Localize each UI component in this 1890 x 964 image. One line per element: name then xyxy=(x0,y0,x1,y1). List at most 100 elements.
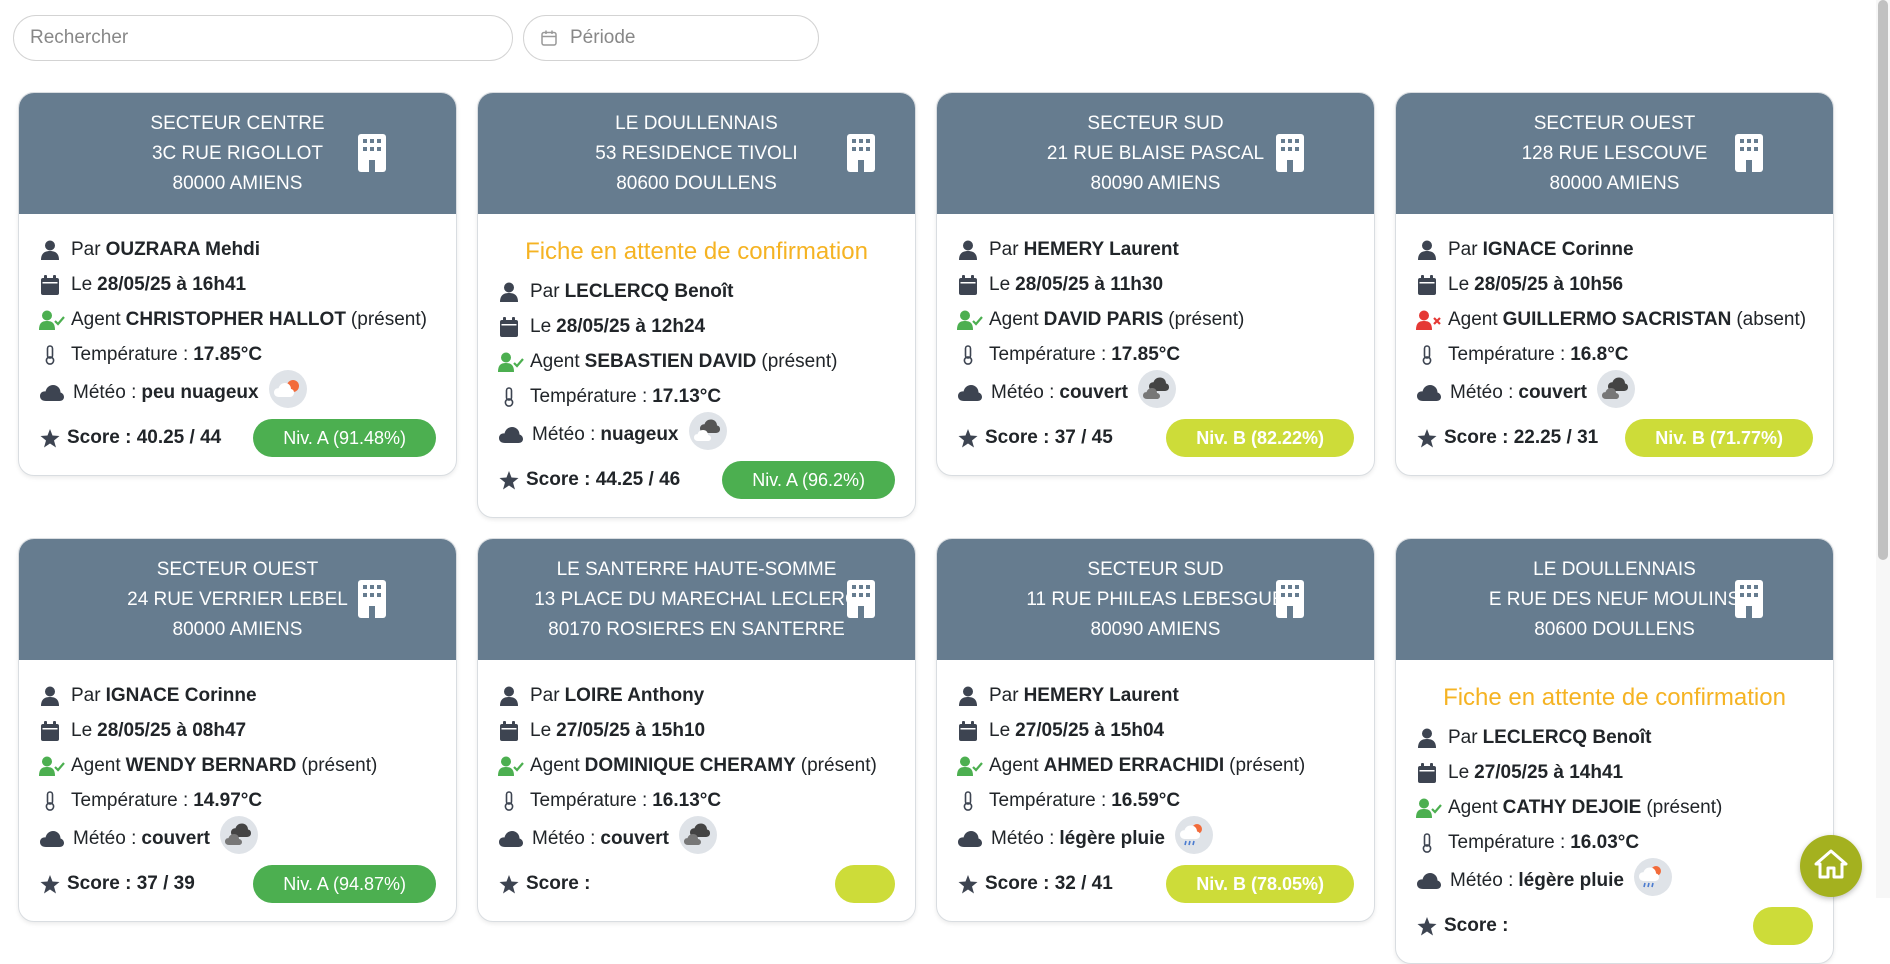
meteo-value: légère pluie xyxy=(1518,870,1624,891)
score-row: Score : 40.25 / 44 Niv. A (91.48%) xyxy=(39,419,436,457)
building-icon xyxy=(358,134,386,177)
agent-status: (présent) xyxy=(761,351,838,372)
date-label: Le xyxy=(989,720,1011,741)
home-button[interactable] xyxy=(1800,835,1862,897)
card-header: LE SANTERRE HAUTE-SOMME 13 PLACE DU MAREC… xyxy=(478,539,915,660)
calendar-icon xyxy=(498,315,520,339)
by-label: Par xyxy=(989,685,1019,706)
building-icon xyxy=(847,580,875,623)
date-row: Le 28/05/25 à 10h56 xyxy=(1416,273,1813,297)
level-badge xyxy=(1753,907,1813,945)
date-row: Le 28/05/25 à 11h30 xyxy=(957,273,1354,297)
date-row: Le 27/05/25 à 14h41 xyxy=(1416,761,1813,785)
card-city: 80000 AMIENS xyxy=(172,618,303,640)
agent-row: Agent SEBASTIEN DAVID (présent) xyxy=(498,350,895,374)
meteo-value: couvert xyxy=(600,828,670,849)
building-icon xyxy=(1276,134,1304,177)
star-icon xyxy=(498,468,520,492)
score-row: Score : 37 / 45 Niv. B (82.22%) xyxy=(957,419,1354,457)
score-label: Score : xyxy=(1444,915,1509,936)
inspection-card[interactable]: SECTEUR CENTRE 3C RUE RIGOLLOT 80000 AMIEN… xyxy=(18,92,457,476)
level-badge: Niv. A (94.87%) xyxy=(253,865,436,903)
author-row: Par IGNACE Corinne xyxy=(39,684,436,708)
score-row: Score : 37 / 39 Niv. A (94.87%) xyxy=(39,865,436,903)
agent-row: Agent GUILLERMO SACRISTAN (absent) xyxy=(1416,308,1813,332)
temperature-label: Température : xyxy=(530,386,648,407)
temperature-label: Température : xyxy=(71,790,189,811)
agent-label: Agent xyxy=(989,309,1039,330)
agent-status: (présent) xyxy=(1646,797,1723,818)
meteo-row: Météo : couvert xyxy=(957,370,1354,408)
card-street: 11 RUE PHILEAS LEBESGUE xyxy=(1026,588,1285,610)
card-header: SECTEUR OUEST 128 RUE LESCOUVE 80000 AMIEN… xyxy=(1396,93,1833,214)
inspection-date: 28/05/25 à 08h47 xyxy=(97,720,247,741)
meteo-value: nuageux xyxy=(600,424,679,445)
date-row: Le 27/05/25 à 15h10 xyxy=(498,719,895,743)
author-name: OUZRARA Mehdi xyxy=(105,239,261,260)
score-value: 37 / 39 xyxy=(136,873,195,894)
card-street: 13 PLACE DU MARECHAL LECLERC xyxy=(534,588,859,610)
score-row: Score : xyxy=(498,865,895,903)
thermometer-icon xyxy=(961,789,975,813)
card-address: SECTEUR SUD 21 RUE BLAISE PASCAL 80090 AMI… xyxy=(1047,109,1264,199)
calendar-icon xyxy=(1416,761,1438,785)
temperature-value: 14.97°C xyxy=(193,790,263,811)
scrollbar-thumb[interactable] xyxy=(1878,0,1888,560)
card-city: 80170 ROSIERES EN SANTERRE xyxy=(548,618,845,640)
score: Score : 44.25 / 46 xyxy=(498,468,680,492)
score-value: 40.25 / 44 xyxy=(136,427,222,448)
card-city: 80000 AMIENS xyxy=(1549,172,1680,194)
date-row: Le 28/05/25 à 08h47 xyxy=(39,719,436,743)
star-icon xyxy=(1416,914,1438,938)
inspection-card[interactable]: LE DOULLENNAIS E RUE DES NEUF MOULINS 8060… xyxy=(1395,538,1834,964)
date-label: Le xyxy=(530,316,552,337)
inspection-card[interactable]: SECTEUR OUEST 128 RUE LESCOUVE 80000 AMIEN… xyxy=(1395,92,1834,476)
temperature-row: Température :16.8°C xyxy=(1416,343,1813,367)
agent-status: (absent) xyxy=(1736,309,1807,330)
period-input[interactable]: Période xyxy=(523,15,819,61)
author-row: Par IGNACE Corinne xyxy=(1416,238,1813,262)
score-label: Score : xyxy=(526,469,591,490)
thermometer-icon xyxy=(502,385,516,409)
score-value: 22.25 / 31 xyxy=(1513,427,1599,448)
inspection-card[interactable]: SECTEUR OUEST 24 RUE VERRIER LEBEL 80000 A… xyxy=(18,538,457,922)
home-icon xyxy=(1814,848,1848,885)
author-name: LECLERCQ Benoît xyxy=(564,281,734,302)
by-label: Par xyxy=(530,281,560,302)
score-label: Score : xyxy=(67,873,132,894)
inspection-card[interactable]: LE DOULLENNAIS 53 RESIDENCE TIVOLI 80600 D… xyxy=(477,92,916,518)
user-icon xyxy=(957,238,979,262)
user-check-icon xyxy=(498,754,524,778)
agent-row: Agent WENDY BERNARD (présent) xyxy=(39,754,436,778)
author-row: Par LOIRE Anthony xyxy=(498,684,895,708)
author-name: IGNACE Corinne xyxy=(1482,239,1634,260)
inspection-card[interactable]: SECTEUR SUD 11 RUE PHILEAS LEBESGUE 80090 … xyxy=(936,538,1375,922)
temperature-label: Température : xyxy=(989,790,1107,811)
temperature-value: 16.59°C xyxy=(1111,790,1181,811)
card-sector: LE DOULLENNAIS xyxy=(1533,558,1696,580)
calendar-icon xyxy=(1416,273,1438,297)
author-row: Par HEMERY Laurent xyxy=(957,238,1354,262)
user-icon xyxy=(957,684,979,708)
card-sector: SECTEUR OUEST xyxy=(1533,112,1696,134)
temperature-label: Température : xyxy=(989,344,1107,365)
star-icon xyxy=(39,872,61,896)
inspection-card[interactable]: SECTEUR SUD 21 RUE BLAISE PASCAL 80090 AMI… xyxy=(936,92,1375,476)
thermometer-icon xyxy=(961,343,975,367)
inspection-date: 28/05/25 à 16h41 xyxy=(97,274,247,295)
search-input[interactable]: Rechercher xyxy=(13,15,513,61)
cloud-icon xyxy=(39,381,65,405)
card-sector: SECTEUR CENTRE xyxy=(150,112,325,134)
agent-status: (présent) xyxy=(301,755,378,776)
user-icon xyxy=(498,684,520,708)
user-check-icon xyxy=(957,754,983,778)
pending-status: Fiche en attente de confirmation xyxy=(525,238,868,265)
date-label: Le xyxy=(1448,274,1470,295)
score-label: Score : xyxy=(985,873,1050,894)
cloudy-icon xyxy=(688,412,727,450)
card-city: 80000 AMIENS xyxy=(172,172,303,194)
card-body: Par HEMERY Laurent Le 27/05/25 à 15h04 Agent… xyxy=(937,660,1374,921)
inspection-card[interactable]: LE SANTERRE HAUTE-SOMME 13 PLACE DU MAREC… xyxy=(477,538,916,922)
card-header: LE DOULLENNAIS E RUE DES NEUF MOULINS 8060… xyxy=(1396,539,1833,660)
overcast-icon xyxy=(1597,370,1636,408)
